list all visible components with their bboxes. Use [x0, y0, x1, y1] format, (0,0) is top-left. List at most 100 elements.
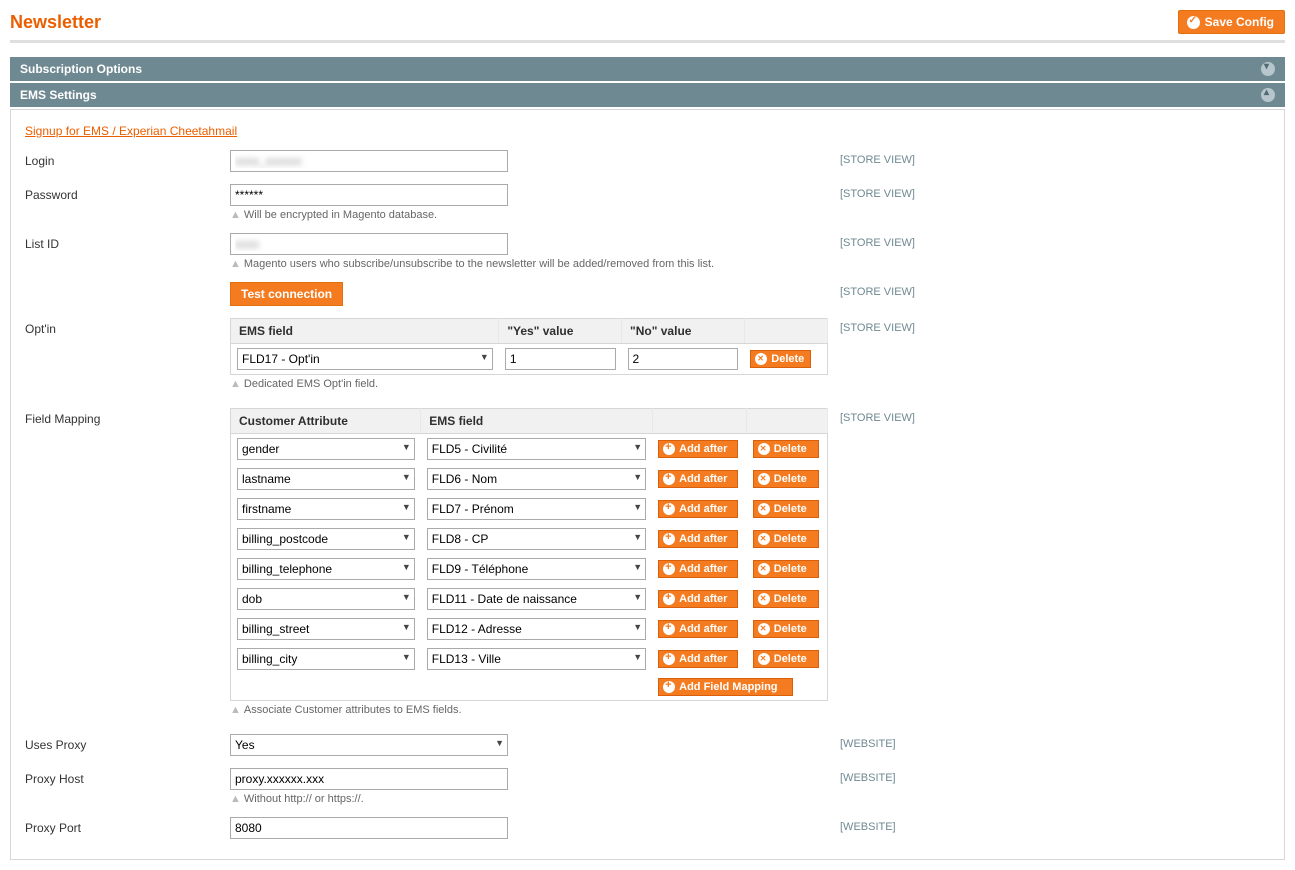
delete-button[interactable]: Delete [753, 530, 819, 548]
mapping-ems-select[interactable]: FLD12 - Adresse [427, 618, 646, 640]
section-subscription-options[interactable]: Subscription Options [10, 57, 1285, 81]
scope-store-view: [STORE VIEW] [840, 184, 990, 200]
mapping-ems-select[interactable]: FLD13 - Ville [427, 648, 646, 670]
mapping-attr-select[interactable]: lastname [237, 468, 415, 490]
optin-label: Opt'in [25, 318, 230, 336]
mapping-attr-select[interactable]: gender [237, 438, 415, 460]
delete-icon [758, 653, 770, 665]
optin-delete-button[interactable]: Delete [750, 350, 811, 368]
save-config-label: Save Config [1205, 15, 1274, 29]
password-hint: Will be encrypted in Magento database. [244, 209, 437, 221]
login-input[interactable] [230, 150, 508, 172]
scope-website: [WEBSITE] [840, 734, 990, 750]
uses-proxy-select[interactable]: Yes [230, 734, 508, 756]
password-input[interactable] [230, 184, 508, 206]
mapping-attr-select[interactable]: billing_street [237, 618, 415, 640]
plus-icon [663, 563, 675, 575]
delete-button[interactable]: Delete [753, 500, 819, 518]
delete-button[interactable]: Delete [753, 560, 819, 578]
plus-icon [663, 473, 675, 485]
field-mapping-header-attr: Customer Attribute [231, 409, 421, 434]
field-mapping-row: gender FLD5 - Civilité Add after Delete [231, 434, 828, 465]
proxy-host-hint: Without http:// or https://. [244, 793, 364, 805]
delete-icon [758, 593, 770, 605]
delete-label: Delete [774, 533, 807, 545]
test-connection-button[interactable]: Test connection [230, 282, 343, 306]
field-mapping-table: Customer Attribute EMS field gender FLD5 … [230, 408, 828, 701]
optin-yes-input[interactable] [505, 348, 616, 370]
delete-label: Delete [774, 473, 807, 485]
delete-button[interactable]: Delete [753, 590, 819, 608]
scope-website: [WEBSITE] [840, 768, 990, 784]
delete-button[interactable]: Delete [753, 650, 819, 668]
delete-icon [758, 533, 770, 545]
delete-button[interactable]: Delete [753, 440, 819, 458]
mapping-ems-select[interactable]: FLD8 - CP [427, 528, 646, 550]
delete-button[interactable]: Delete [753, 620, 819, 638]
field-mapping-row: billing_city FLD13 - Ville Add after Delete [231, 644, 828, 674]
delete-label: Delete [774, 563, 807, 575]
plus-icon [663, 681, 675, 693]
scope-store-view: [STORE VIEW] [840, 282, 990, 298]
proxy-host-input[interactable] [230, 768, 508, 790]
mapping-attr-select[interactable]: firstname [237, 498, 415, 520]
list-id-hint: Magento users who subscribe/unsubscribe … [244, 258, 714, 270]
scope-store-view: [STORE VIEW] [840, 318, 990, 334]
mapping-ems-select[interactable]: FLD11 - Date de naissance [427, 588, 646, 610]
signup-ems-link[interactable]: Signup for EMS / Experian Cheetahmail [25, 124, 237, 138]
section-ems-settings[interactable]: EMS Settings [10, 83, 1285, 107]
add-after-button[interactable]: Add after [658, 470, 738, 488]
mapping-ems-select[interactable]: FLD7 - Prénom [427, 498, 646, 520]
proxy-port-input[interactable] [230, 817, 508, 839]
mapping-attr-select[interactable]: dob [237, 588, 415, 610]
delete-label: Delete [774, 593, 807, 605]
mapping-attr-select[interactable]: billing_postcode [237, 528, 415, 550]
add-after-label: Add after [679, 443, 727, 455]
optin-emsfield-select[interactable]: FLD17 - Opt'in [237, 348, 493, 370]
add-after-button[interactable]: Add after [658, 650, 738, 668]
plus-icon [663, 593, 675, 605]
optin-hint: Dedicated EMS Opt'in field. [244, 378, 378, 390]
optin-no-input[interactable] [628, 348, 739, 370]
add-after-button[interactable]: Add after [658, 620, 738, 638]
scope-store-view: [STORE VIEW] [840, 408, 990, 424]
optin-header-emsfield: EMS field [231, 319, 499, 344]
delete-label: Delete [774, 443, 807, 455]
mapping-ems-select[interactable]: FLD6 - Nom [427, 468, 646, 490]
field-mapping-row: lastname FLD6 - Nom Add after Delete [231, 464, 828, 494]
add-after-button[interactable]: Add after [658, 590, 738, 608]
add-after-label: Add after [679, 533, 727, 545]
add-after-button[interactable]: Add after [658, 500, 738, 518]
mapping-ems-select[interactable]: FLD9 - Téléphone [427, 558, 646, 580]
field-mapping-header-ems: EMS field [421, 409, 652, 434]
delete-button[interactable]: Delete [753, 470, 819, 488]
optin-table: EMS field "Yes" value "No" value FLD17 -… [230, 318, 828, 375]
add-field-mapping-button[interactable]: Add Field Mapping [658, 678, 793, 696]
add-field-mapping-label: Add Field Mapping [679, 681, 777, 693]
list-id-label: List ID [25, 233, 230, 251]
delete-label: Delete [771, 353, 804, 365]
login-label: Login [25, 150, 230, 168]
add-after-label: Add after [679, 653, 727, 665]
save-config-button[interactable]: Save Config [1178, 10, 1285, 34]
list-id-input[interactable] [230, 233, 508, 255]
add-after-button[interactable]: Add after [658, 530, 738, 548]
optin-row: FLD17 - Opt'in Delete [231, 344, 828, 375]
field-mapping-hint: Associate Customer attributes to EMS fie… [244, 704, 462, 716]
add-after-button[interactable]: Add after [658, 560, 738, 578]
mapping-ems-select[interactable]: FLD5 - Civilité [427, 438, 646, 460]
scope-website: [WEBSITE] [840, 817, 990, 833]
delete-icon [758, 623, 770, 635]
delete-label: Delete [774, 623, 807, 635]
delete-label: Delete [774, 653, 807, 665]
optin-header-no: "No" value [622, 319, 745, 344]
delete-icon [758, 473, 770, 485]
section-title: EMS Settings [20, 88, 97, 102]
check-icon [1187, 16, 1200, 29]
plus-icon [663, 503, 675, 515]
add-after-button[interactable]: Add after [658, 440, 738, 458]
mapping-attr-select[interactable]: billing_city [237, 648, 415, 670]
mapping-attr-select[interactable]: billing_telephone [237, 558, 415, 580]
add-after-label: Add after [679, 593, 727, 605]
scope-store-view: [STORE VIEW] [840, 233, 990, 249]
